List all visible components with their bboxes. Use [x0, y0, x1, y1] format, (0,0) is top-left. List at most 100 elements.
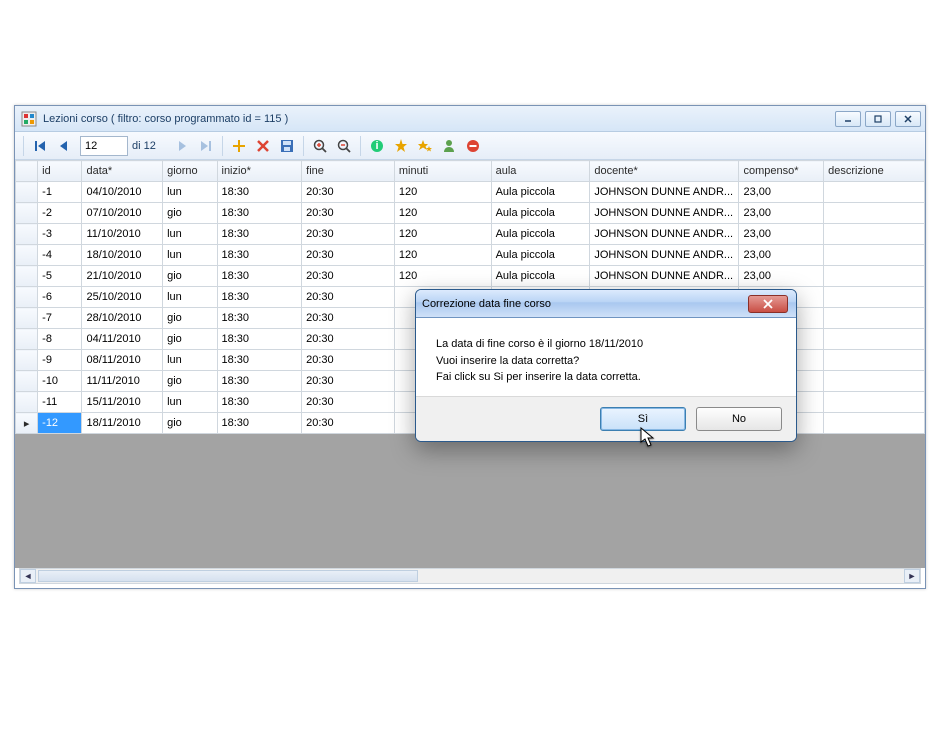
cell-giorno[interactable]: lun — [163, 287, 217, 308]
cell-fine[interactable]: 20:30 — [302, 203, 395, 224]
cell-docente[interactable]: JOHNSON DUNNE ANDR... — [590, 224, 739, 245]
row-header[interactable] — [16, 266, 38, 287]
cell-compenso[interactable]: 23,00 — [739, 203, 824, 224]
corner-header[interactable] — [16, 161, 38, 182]
cell-data[interactable]: 18/11/2010 — [82, 413, 163, 434]
cell-fine[interactable]: 20:30 — [302, 182, 395, 203]
column-header-row[interactable]: id data* giorno inizio* fine minuti aula… — [16, 161, 925, 182]
cell-giorno[interactable]: gio — [163, 329, 217, 350]
cell-inizio[interactable]: 18:30 — [217, 308, 302, 329]
cell-fine[interactable]: 20:30 — [302, 224, 395, 245]
cell-id[interactable]: -10 — [38, 371, 82, 392]
col-compenso[interactable]: compenso* — [739, 161, 824, 182]
row-header[interactable] — [16, 245, 38, 266]
cell-descrizione[interactable] — [824, 182, 925, 203]
cell-giorno[interactable]: gio — [163, 413, 217, 434]
table-row[interactable]: -521/10/2010gio18:3020:30120Aula piccola… — [16, 266, 925, 287]
cell-inizio[interactable]: 18:30 — [217, 245, 302, 266]
cell-aula[interactable]: Aula piccola — [491, 224, 590, 245]
cell-descrizione[interactable] — [824, 371, 925, 392]
close-button[interactable] — [895, 111, 921, 127]
col-giorno[interactable]: giorno — [163, 161, 217, 182]
cell-docente[interactable]: JOHNSON DUNNE ANDR... — [590, 182, 739, 203]
wizard-alt-button[interactable] — [413, 134, 437, 158]
table-row[interactable]: -311/10/2010lun18:3020:30120Aula piccola… — [16, 224, 925, 245]
cell-compenso[interactable]: 23,00 — [739, 245, 824, 266]
cell-minuti[interactable]: 120 — [394, 224, 491, 245]
col-id[interactable]: id — [38, 161, 82, 182]
cell-inizio[interactable]: 18:30 — [217, 392, 302, 413]
cell-fine[interactable]: 20:30 — [302, 287, 395, 308]
row-header[interactable] — [16, 203, 38, 224]
titlebar[interactable]: Lezioni corso ( filtro: corso programmat… — [15, 106, 925, 132]
row-header[interactable] — [16, 329, 38, 350]
cell-data[interactable]: 11/11/2010 — [82, 371, 163, 392]
nav-last-button[interactable] — [194, 134, 218, 158]
cell-descrizione[interactable] — [824, 350, 925, 371]
col-aula[interactable]: aula — [491, 161, 590, 182]
cell-id[interactable]: -6 — [38, 287, 82, 308]
cell-compenso[interactable]: 23,00 — [739, 224, 824, 245]
cell-fine[interactable]: 20:30 — [302, 266, 395, 287]
cell-data[interactable]: 25/10/2010 — [82, 287, 163, 308]
nav-next-button[interactable] — [170, 134, 194, 158]
col-data[interactable]: data* — [82, 161, 163, 182]
cell-giorno[interactable]: lun — [163, 245, 217, 266]
cell-giorno[interactable]: gio — [163, 371, 217, 392]
cell-fine[interactable]: 20:30 — [302, 413, 395, 434]
col-minuti[interactable]: minuti — [394, 161, 491, 182]
cell-data[interactable]: 28/10/2010 — [82, 308, 163, 329]
cell-aula[interactable]: Aula piccola — [491, 245, 590, 266]
cell-id[interactable]: -9 — [38, 350, 82, 371]
cell-docente[interactable]: JOHNSON DUNNE ANDR... — [590, 203, 739, 224]
table-row[interactable]: -207/10/2010gio18:3020:30120Aula piccola… — [16, 203, 925, 224]
cell-aula[interactable]: Aula piccola — [491, 266, 590, 287]
table-row[interactable]: -104/10/2010lun18:3020:30120Aula piccola… — [16, 182, 925, 203]
cell-minuti[interactable]: 120 — [394, 203, 491, 224]
dialog-close-button[interactable] — [748, 295, 788, 313]
cell-data[interactable]: 04/10/2010 — [82, 182, 163, 203]
cell-fine[interactable]: 20:30 — [302, 350, 395, 371]
info-button[interactable]: i — [365, 134, 389, 158]
cell-id[interactable]: -7 — [38, 308, 82, 329]
cell-descrizione[interactable] — [824, 413, 925, 434]
row-header[interactable] — [16, 392, 38, 413]
cell-data[interactable]: 21/10/2010 — [82, 266, 163, 287]
dialog-yes-button[interactable]: Sì — [600, 407, 686, 431]
scroll-left-button[interactable]: ◄ — [20, 569, 36, 583]
cell-giorno[interactable]: lun — [163, 392, 217, 413]
dialog-no-button[interactable]: No — [696, 407, 782, 431]
cell-inizio[interactable]: 18:30 — [217, 182, 302, 203]
scroll-thumb[interactable] — [38, 570, 418, 582]
nav-first-button[interactable] — [28, 134, 52, 158]
col-inizio[interactable]: inizio* — [217, 161, 302, 182]
row-header[interactable] — [16, 182, 38, 203]
cell-aula[interactable]: Aula piccola — [491, 182, 590, 203]
cell-id[interactable]: -5 — [38, 266, 82, 287]
cell-id[interactable]: -8 — [38, 329, 82, 350]
col-docente[interactable]: docente* — [590, 161, 739, 182]
row-header[interactable] — [16, 224, 38, 245]
cell-docente[interactable]: JOHNSON DUNNE ANDR... — [590, 245, 739, 266]
row-header[interactable] — [16, 308, 38, 329]
cell-minuti[interactable]: 120 — [394, 245, 491, 266]
cell-id[interactable]: -12 — [38, 413, 82, 434]
cell-inizio[interactable]: 18:30 — [217, 350, 302, 371]
cell-id[interactable]: -4 — [38, 245, 82, 266]
cell-fine[interactable]: 20:30 — [302, 371, 395, 392]
col-descrizione[interactable]: descrizione — [824, 161, 925, 182]
cell-descrizione[interactable] — [824, 287, 925, 308]
cell-compenso[interactable]: 23,00 — [739, 266, 824, 287]
horizontal-scrollbar[interactable]: ◄ ► — [19, 568, 921, 584]
cell-inizio[interactable]: 18:30 — [217, 329, 302, 350]
cell-data[interactable]: 18/10/2010 — [82, 245, 163, 266]
zoom-out-button[interactable] — [332, 134, 356, 158]
cell-inizio[interactable]: 18:30 — [217, 203, 302, 224]
cell-data[interactable]: 15/11/2010 — [82, 392, 163, 413]
cell-giorno[interactable]: gio — [163, 203, 217, 224]
wizard-button[interactable] — [389, 134, 413, 158]
cell-compenso[interactable]: 23,00 — [739, 182, 824, 203]
cell-fine[interactable]: 20:30 — [302, 245, 395, 266]
cell-data[interactable]: 04/11/2010 — [82, 329, 163, 350]
minimize-button[interactable] — [835, 111, 861, 127]
